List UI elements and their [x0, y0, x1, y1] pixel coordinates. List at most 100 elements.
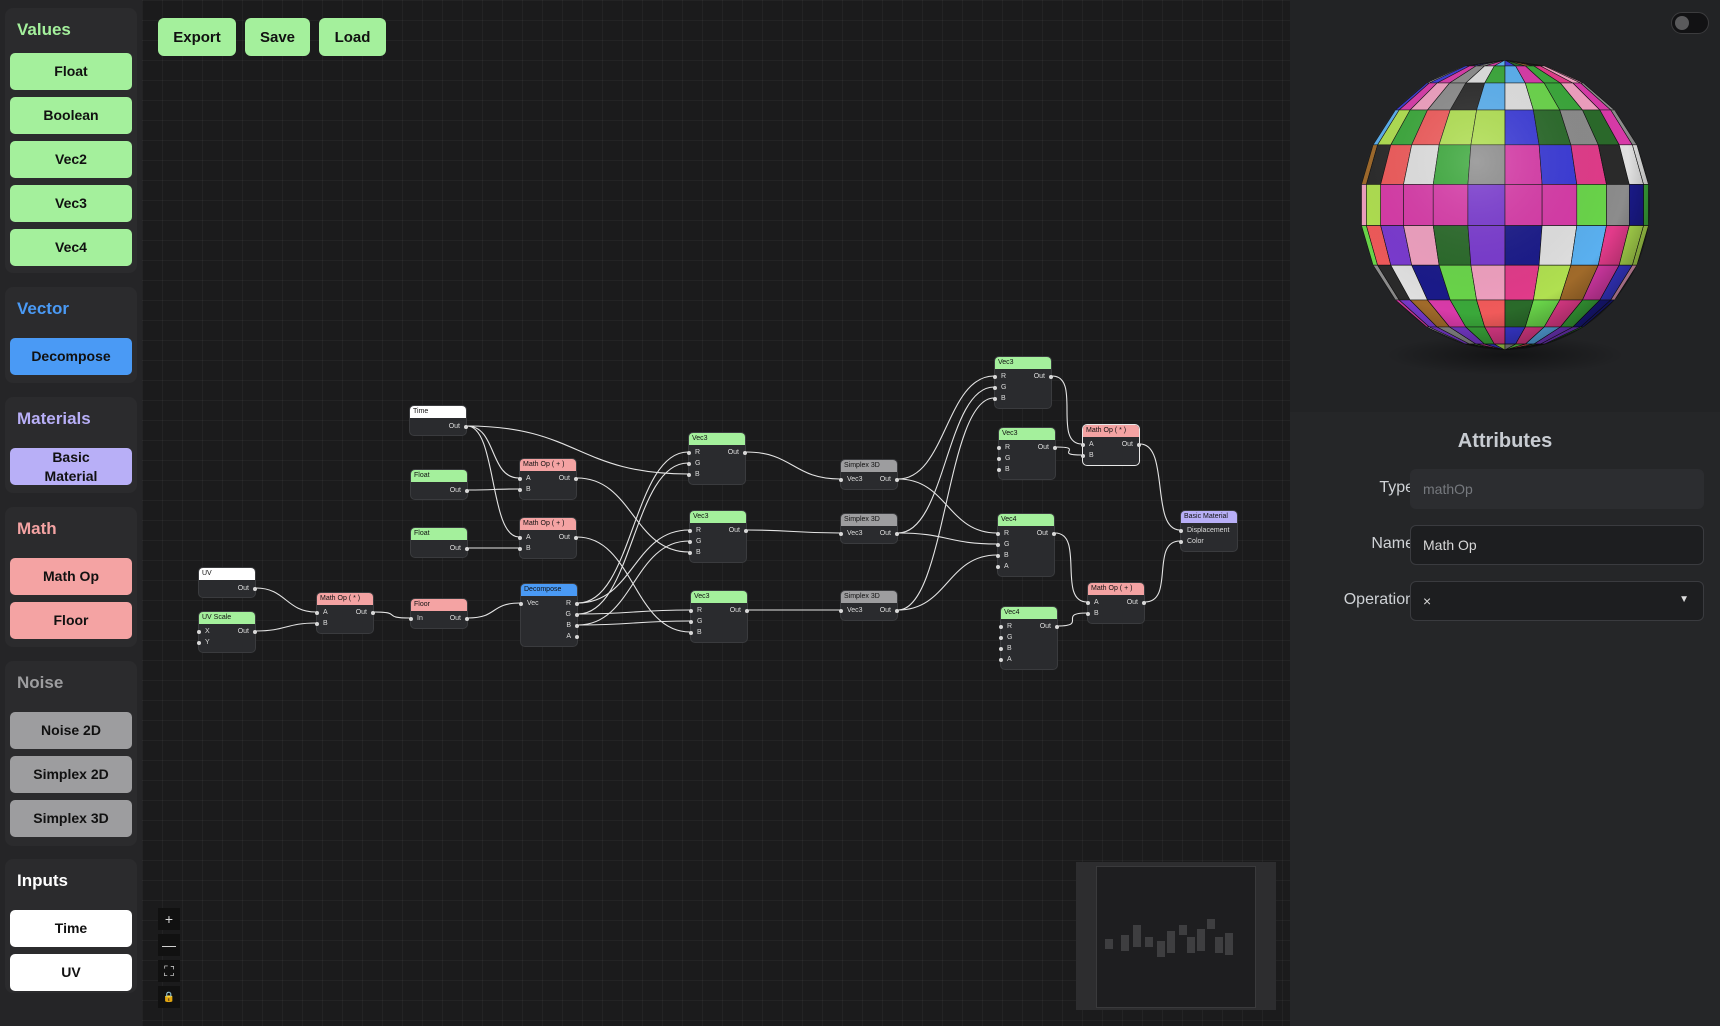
input-port-handle[interactable]	[1081, 443, 1085, 447]
input-port-handle[interactable]	[197, 641, 201, 645]
graph-node-vec3e[interactable]: Vec3 R G B Out	[997, 427, 1057, 480]
graph-edge[interactable]	[577, 609, 691, 615]
input-port-handle[interactable]	[315, 611, 319, 615]
graph-edge[interactable]	[897, 397, 995, 611]
input-port-handle[interactable]	[687, 451, 691, 455]
output-port-handle[interactable]	[465, 489, 469, 493]
graph-node-vec4b[interactable]: Vec4 R G B A Out	[999, 606, 1059, 670]
output-port-handle[interactable]	[1142, 601, 1146, 605]
graph-edge[interactable]	[576, 477, 690, 553]
output-port-handle[interactable]	[371, 611, 375, 615]
output-port-handle[interactable]	[1052, 532, 1056, 536]
input-port-handle[interactable]	[1081, 454, 1085, 458]
graph-node-mul2[interactable]: Math Op ( * ) A B Out	[1081, 424, 1141, 466]
input-port-handle[interactable]	[997, 446, 1001, 450]
palette-item-vec3[interactable]: Vec3	[10, 185, 132, 222]
output-port-handle[interactable]	[575, 624, 579, 628]
graph-node-vec3c[interactable]: Vec3 R G B Out	[689, 590, 749, 643]
output-port-handle[interactable]	[575, 635, 579, 639]
graph-edge[interactable]	[466, 425, 520, 479]
output-port-handle[interactable]	[743, 451, 747, 455]
graph-node-basicmat[interactable]: Basic Material Displacement Color	[1179, 510, 1238, 552]
input-port-handle[interactable]	[519, 602, 523, 606]
output-port-handle[interactable]	[895, 532, 899, 536]
name-field[interactable]: Math Op	[1410, 525, 1704, 565]
graph-node-simp3[interactable]: Simplex 3D Vec3 Out	[839, 590, 899, 621]
input-port-handle[interactable]	[688, 540, 692, 544]
output-port-handle[interactable]	[253, 630, 257, 634]
input-port-handle[interactable]	[688, 551, 692, 555]
input-port-handle[interactable]	[518, 477, 522, 481]
input-port-handle[interactable]	[197, 630, 201, 634]
output-port-handle[interactable]	[895, 478, 899, 482]
graph-node-vec4a[interactable]: Vec4 R G B A Out	[996, 513, 1056, 577]
material-preview[interactable]	[1290, 0, 1720, 412]
input-port-handle[interactable]	[409, 617, 413, 621]
palette-item-time[interactable]: Time	[10, 910, 132, 947]
input-port-handle[interactable]	[997, 468, 1001, 472]
graph-node-uvscale[interactable]: UV Scale X Y Out	[197, 611, 257, 653]
palette-item-basic-material[interactable]: Basic Material	[10, 448, 132, 485]
input-port-handle[interactable]	[315, 622, 319, 626]
input-port-handle[interactable]	[996, 554, 1000, 558]
output-port-handle[interactable]	[1053, 446, 1057, 450]
palette-item-uv[interactable]: UV	[10, 954, 132, 991]
palette-item-vec4[interactable]: Vec4	[10, 229, 132, 266]
input-port-handle[interactable]	[1086, 601, 1090, 605]
graph-node-simp2[interactable]: Simplex 3D Vec3 Out	[839, 513, 899, 544]
output-port-handle[interactable]	[744, 529, 748, 533]
input-port-handle[interactable]	[689, 631, 693, 635]
fit-view-icon[interactable]: ⛶	[158, 960, 180, 982]
graph-node-floor[interactable]: Floor In Out	[409, 598, 469, 629]
minimap-viewport[interactable]	[1096, 866, 1256, 1008]
graph-edge[interactable]	[1055, 446, 1083, 456]
graph-edge[interactable]	[577, 451, 689, 604]
output-port-handle[interactable]	[574, 536, 578, 540]
graph-node-vec3b[interactable]: Vec3 R G B Out	[688, 510, 748, 563]
palette-item-float[interactable]: Float	[10, 53, 132, 90]
graph-node-float1[interactable]: Float Out	[410, 469, 469, 500]
graph-node-time[interactable]: Time Out	[409, 405, 468, 436]
output-port-handle[interactable]	[465, 617, 469, 621]
graph-edge[interactable]	[466, 425, 520, 538]
palette-item-vec2[interactable]: Vec2	[10, 141, 132, 178]
output-port-handle[interactable]	[574, 477, 578, 481]
input-port-handle[interactable]	[996, 532, 1000, 536]
input-port-handle[interactable]	[688, 529, 692, 533]
palette-item-simplex-3d[interactable]: Simplex 3D	[10, 800, 132, 837]
graph-node-vec3d[interactable]: Vec3 R G B Out	[993, 356, 1053, 409]
graph-edge[interactable]	[576, 536, 691, 633]
input-port-handle[interactable]	[518, 547, 522, 551]
output-port-handle[interactable]	[1049, 375, 1053, 379]
input-port-handle[interactable]	[839, 532, 843, 536]
graph-edge[interactable]	[897, 386, 995, 534]
graph-edge[interactable]	[897, 478, 998, 534]
output-port-handle[interactable]	[745, 609, 749, 613]
lock-icon[interactable]: 🔒	[158, 986, 180, 1008]
input-port-handle[interactable]	[993, 386, 997, 390]
graph-edge[interactable]	[1054, 532, 1088, 603]
input-port-handle[interactable]	[839, 478, 843, 482]
graph-node-decompose[interactable]: Decompose Vec R G B A	[519, 583, 579, 647]
output-port-handle[interactable]	[575, 602, 579, 606]
output-port-handle[interactable]	[1137, 443, 1141, 447]
graph-node-simp1[interactable]: Simplex 3D Vec3 Out	[839, 459, 899, 490]
minimap[interactable]	[1076, 862, 1276, 1010]
load-button[interactable]: Load	[319, 18, 386, 56]
zoom-out-icon[interactable]: —	[158, 934, 180, 956]
output-port-handle[interactable]	[464, 425, 468, 429]
input-port-handle[interactable]	[1179, 540, 1183, 544]
input-port-handle[interactable]	[689, 620, 693, 624]
graph-node-add3[interactable]: Math Op ( + ) A B Out	[1086, 582, 1146, 624]
output-port-handle[interactable]	[1055, 625, 1059, 629]
graph-edge[interactable]	[1144, 540, 1181, 603]
input-port-handle[interactable]	[996, 543, 1000, 547]
palette-item-simplex-2d[interactable]: Simplex 2D	[10, 756, 132, 793]
input-port-handle[interactable]	[993, 375, 997, 379]
graph-node-uv[interactable]: UV Out	[198, 567, 257, 598]
graph-edge[interactable]	[746, 529, 841, 534]
graph-edge[interactable]	[255, 622, 317, 632]
input-port-handle[interactable]	[1179, 529, 1183, 533]
graph-node-add2[interactable]: Math Op ( + ) A B Out	[518, 517, 578, 559]
input-port-handle[interactable]	[999, 658, 1003, 662]
